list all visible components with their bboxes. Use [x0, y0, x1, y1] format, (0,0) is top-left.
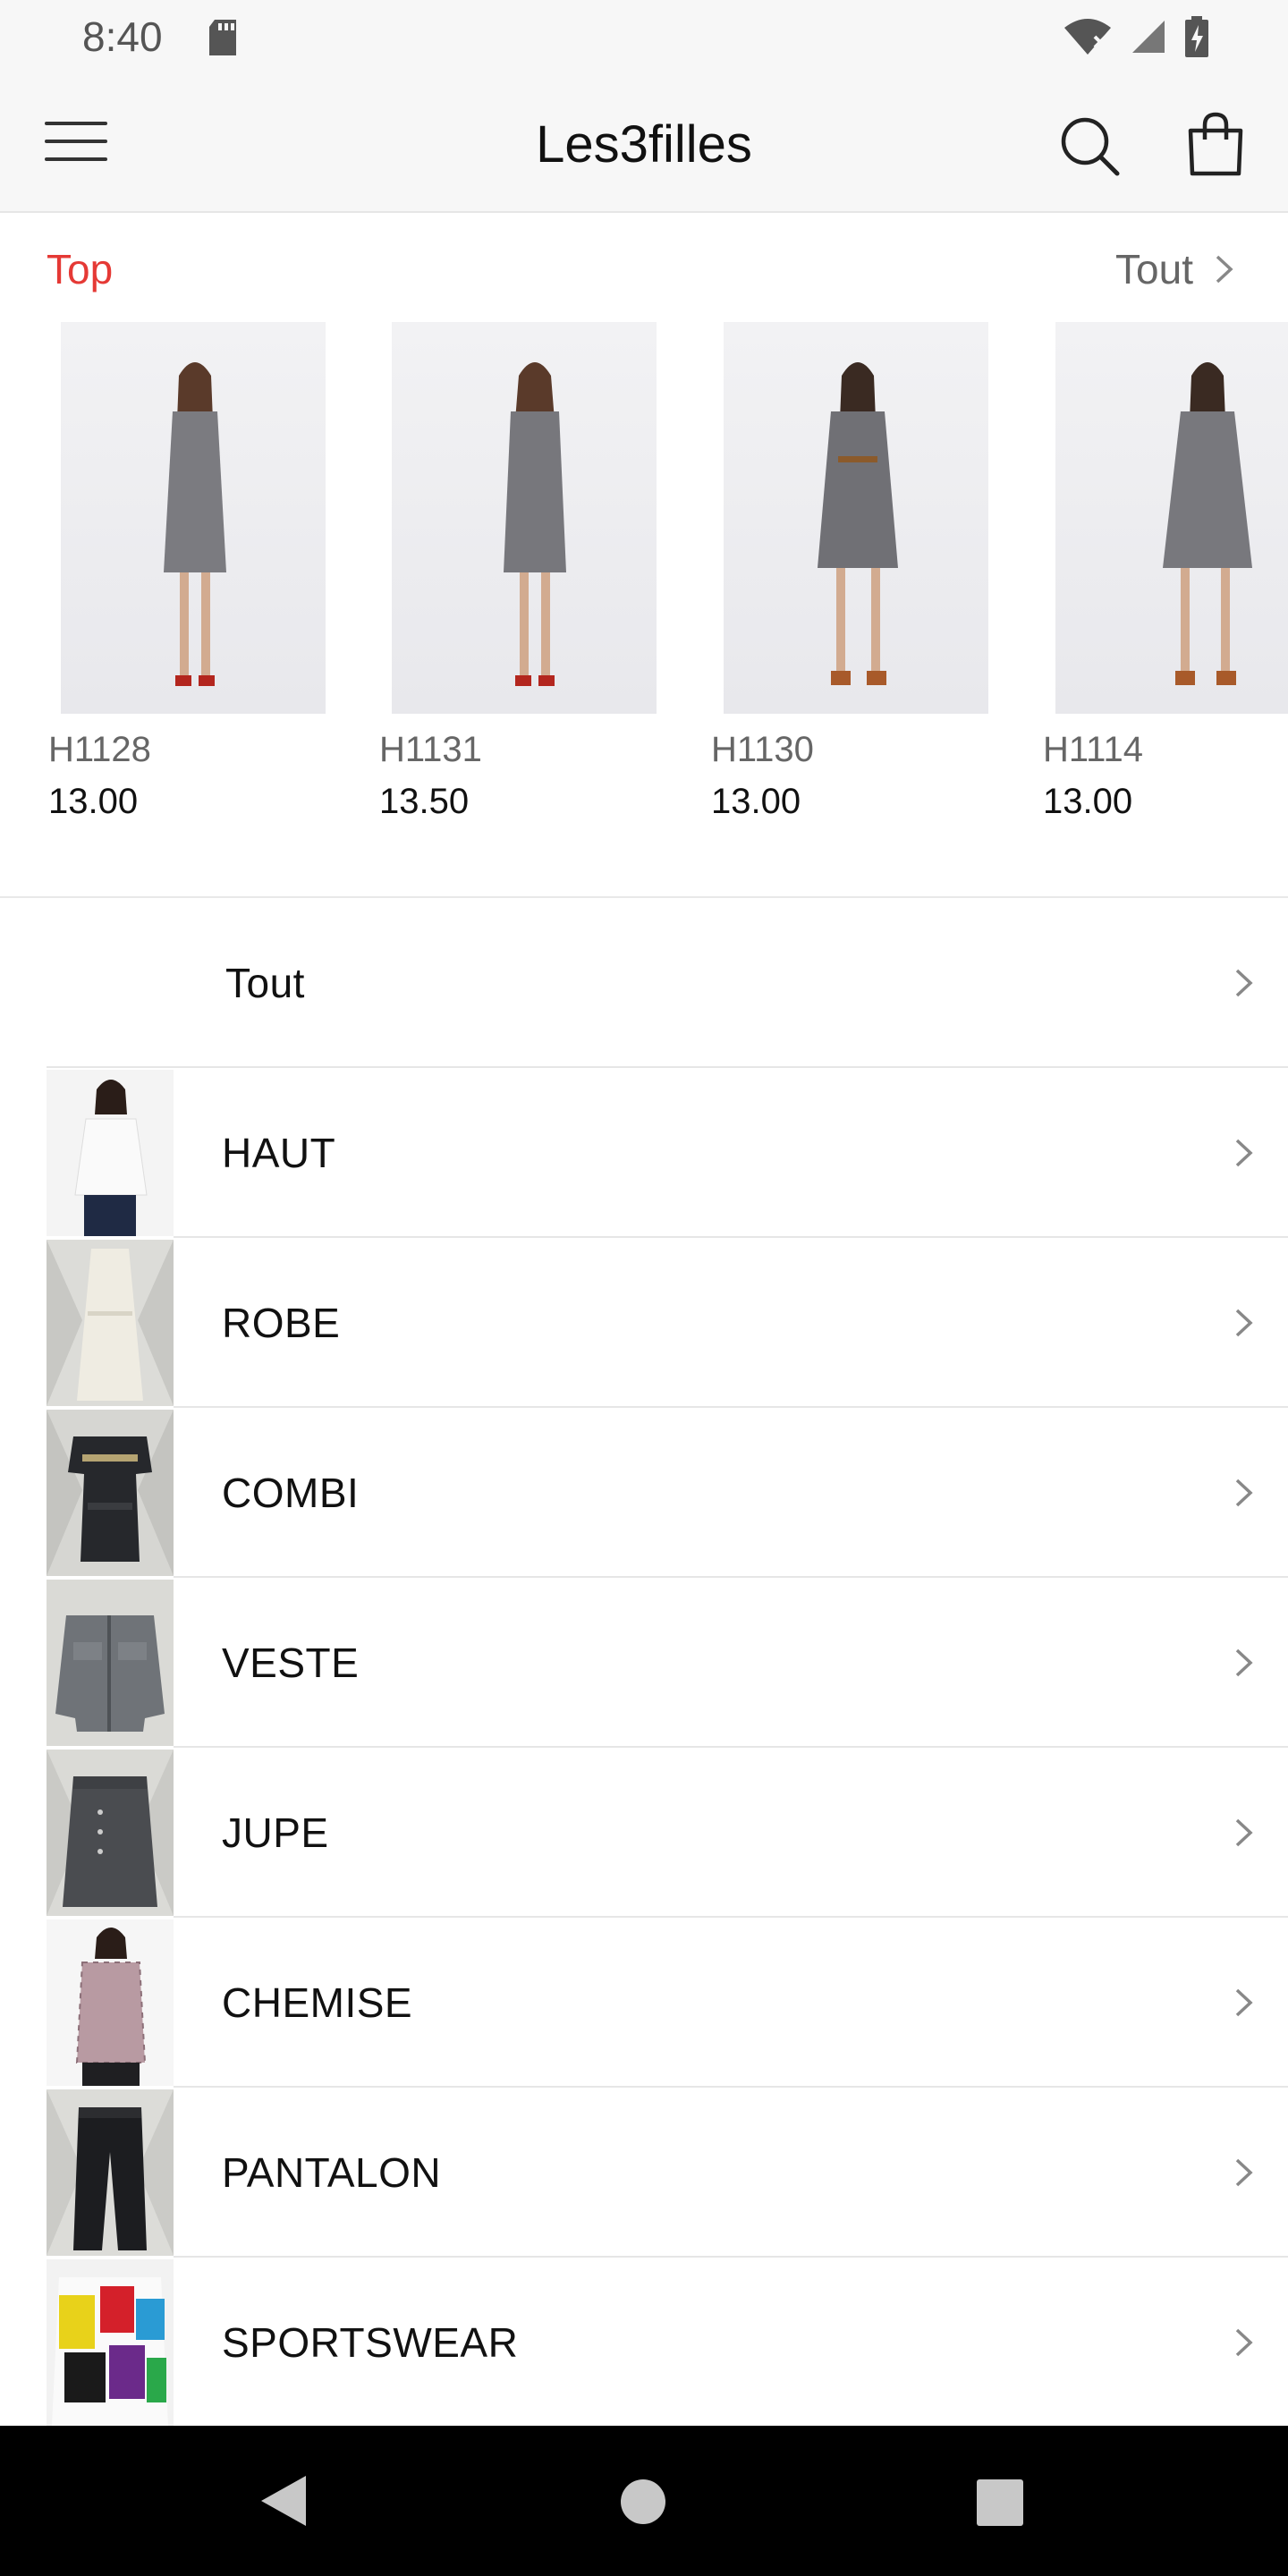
product-code: H1130	[711, 730, 814, 769]
wifi-icon	[1064, 19, 1111, 55]
category-item-jupe[interactable]: JUPE	[0, 1748, 1288, 1918]
cell-signal-icon	[1132, 21, 1165, 53]
top-section-header: Top Tout	[0, 211, 1288, 318]
product-price: 13.00	[48, 782, 139, 821]
product-image	[724, 322, 988, 714]
chevron-right-icon	[1235, 1648, 1253, 1677]
chevron-right-icon	[1235, 2328, 1253, 2357]
category-label: JUPE	[222, 1809, 329, 1856]
product-price: 13.50	[379, 782, 470, 821]
search-icon[interactable]	[1058, 114, 1121, 177]
category-item-veste[interactable]: VESTE	[0, 1578, 1288, 1748]
status-bar: 8:40	[0, 0, 1288, 75]
category-thumbnail	[47, 2259, 174, 2426]
dress-figure-icon	[1163, 362, 1252, 685]
chevron-right-icon	[1235, 2158, 1253, 2187]
product-code: H1131	[379, 730, 482, 769]
chevron-right-icon	[1235, 969, 1253, 997]
category-label: PANTALON	[222, 2149, 442, 2196]
top-see-all-label: Tout	[1115, 246, 1193, 292]
product-image	[61, 322, 326, 714]
category-item-all[interactable]: Tout	[0, 898, 1288, 1068]
chevron-right-icon	[1216, 255, 1233, 284]
category-thumbnail	[47, 1580, 174, 1746]
category-thumbnail	[47, 1410, 174, 1576]
category-thumbnail	[47, 1240, 174, 1406]
category-label: Tout	[225, 960, 305, 1006]
dress-figure-icon	[504, 362, 566, 686]
product-image	[392, 322, 657, 714]
top-see-all-link[interactable]: Tout	[1115, 245, 1234, 293]
category-item-pantalon[interactable]: PANTALON	[0, 2088, 1288, 2258]
chevron-right-icon	[1235, 1479, 1253, 1507]
home-icon[interactable]	[621, 2479, 665, 2524]
top-section-title: Top	[47, 246, 114, 292]
app-header: Les3filles	[0, 75, 1288, 213]
category-label: HAUT	[222, 1130, 336, 1176]
category-label: COMBI	[222, 1470, 360, 1516]
product-price: 13.00	[1043, 782, 1133, 821]
top-products-carousel[interactable]: H1128 13.00 H1131 13.50 H1130 13.00 H111…	[0, 322, 1288, 859]
category-label: SPORTSWEAR	[222, 2319, 519, 2366]
category-item-haut[interactable]: HAUT	[0, 1068, 1288, 1238]
category-thumbnail	[47, 1919, 174, 2086]
category-thumbnail	[47, 2089, 174, 2256]
system-nav-bar	[0, 2426, 1288, 2576]
product-code: H1114	[1043, 730, 1143, 769]
product-price: 13.00	[711, 782, 801, 821]
category-label: CHEMISE	[222, 1979, 413, 2026]
category-thumbnail	[47, 1750, 174, 1916]
category-item-robe[interactable]: ROBE	[0, 1238, 1288, 1408]
battery-icon	[1185, 16, 1208, 57]
dress-figure-icon	[164, 362, 226, 686]
category-item-combi[interactable]: COMBI	[0, 1408, 1288, 1578]
shopping-bag-icon[interactable]	[1185, 111, 1246, 177]
recent-apps-icon[interactable]	[977, 2479, 1023, 2526]
sd-card-icon	[209, 20, 236, 55]
product-code: H1128	[48, 730, 151, 769]
chevron-right-icon	[1235, 1309, 1253, 1337]
chevron-right-icon	[1235, 1818, 1253, 1847]
status-time: 8:40	[82, 13, 163, 60]
chevron-right-icon	[1235, 1988, 1253, 2017]
category-label: ROBE	[222, 1300, 341, 1346]
chevron-right-icon	[1235, 1139, 1253, 1167]
category-thumbnail	[47, 1070, 174, 1236]
product-image	[1055, 322, 1288, 714]
category-label: VESTE	[222, 1640, 360, 1686]
category-item-chemise[interactable]: CHEMISE	[0, 1918, 1288, 2088]
back-icon[interactable]	[259, 2474, 308, 2528]
category-item-sportswear[interactable]: SPORTSWEAR	[0, 2258, 1288, 2428]
dress-figure-icon	[818, 362, 898, 685]
